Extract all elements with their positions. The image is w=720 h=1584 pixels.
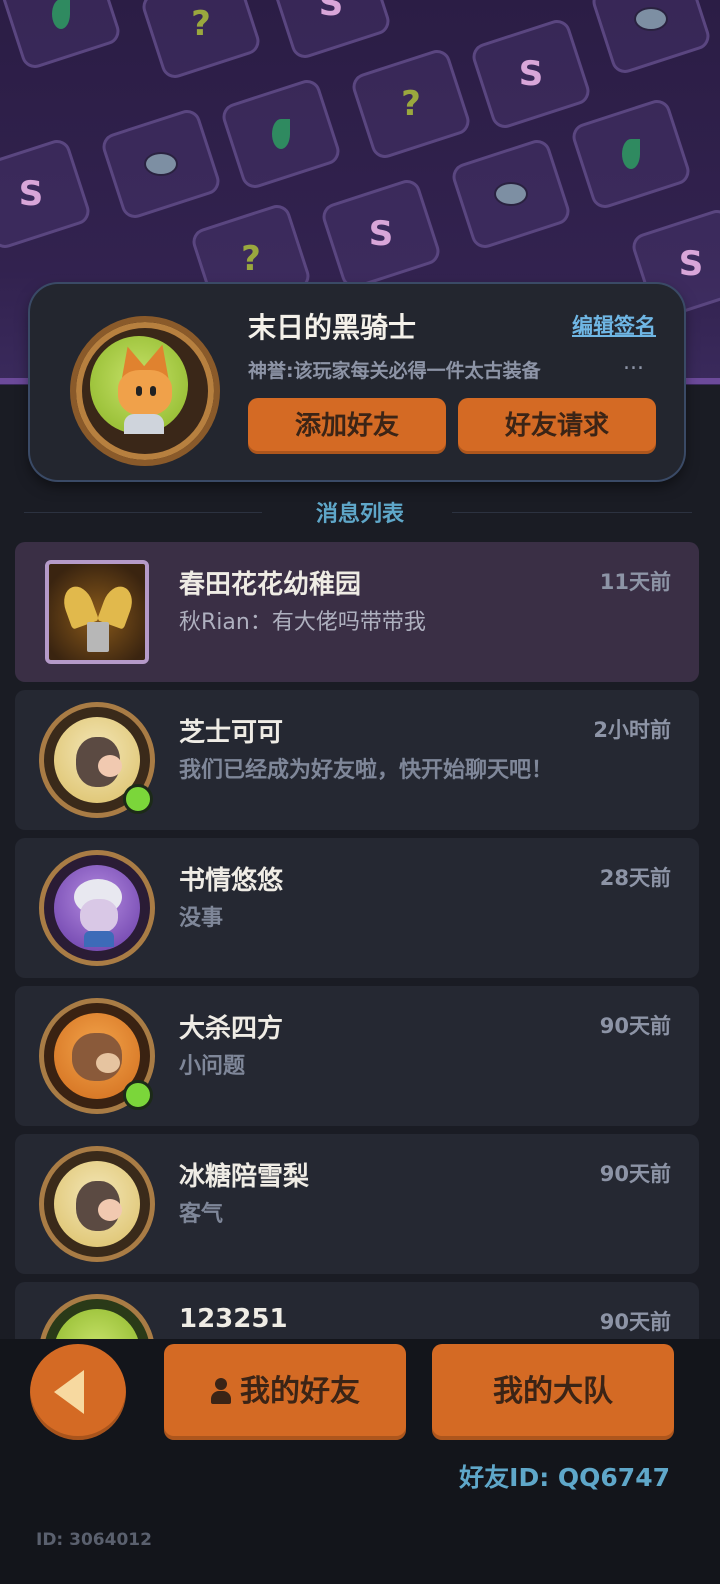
trophy-icon — [45, 560, 149, 664]
profile-avatar[interactable] — [70, 316, 220, 466]
s-rune-icon: S — [18, 174, 44, 214]
leaf-icon — [622, 139, 640, 169]
message-preview: 小问题 — [179, 1054, 246, 1079]
edit-signature-link[interactable]: 编辑签名 — [572, 310, 656, 340]
friend-id: 好友ID: QQ6747 — [459, 1463, 670, 1492]
profile-honor-title: 神誉:该玩家每关必得一件太古装备 — [248, 360, 541, 382]
friend-requests-button[interactable]: 好友请求 — [458, 398, 656, 454]
fox-avatar-icon — [54, 1309, 140, 1339]
question-icon: ? — [191, 4, 211, 45]
message-sender: 123251 — [179, 1304, 288, 1334]
cat-hood-avatar-icon — [54, 1161, 140, 1247]
question-icon: ? — [241, 239, 261, 279]
banner-pattern-tile: S — [468, 16, 594, 132]
message-preview: 秋Rian：有大佬吗带带我 — [179, 610, 426, 635]
message-sender: 春田花花幼稚园 — [179, 570, 362, 600]
message-sender: 芝士可可 — [179, 718, 284, 748]
banner-pattern-tile: ? — [348, 46, 474, 162]
leaf-icon — [52, 0, 70, 29]
banner-pattern-tile — [218, 76, 344, 192]
banner-pattern-tile — [568, 96, 694, 212]
gem-icon — [634, 6, 668, 32]
fox-avatar-icon — [90, 336, 188, 434]
banner-pattern-tile: ? — [138, 0, 264, 82]
list-item[interactable]: 大杀四方 90天前 小问题 — [15, 986, 699, 1126]
message-time: 90天前 — [599, 1014, 671, 1038]
s-rune-icon: S — [678, 244, 704, 284]
profile-card: 末日的黑骑士 编辑签名 神誉:该玩家每关必得一件太古装备 ... 添加好友 好友… — [30, 284, 684, 480]
message-time: 2小时前 — [593, 718, 671, 742]
profile-name: 末日的黑骑士 — [248, 311, 417, 344]
message-time: 28天前 — [599, 866, 671, 890]
gem-icon — [494, 182, 528, 206]
back-button[interactable] — [30, 1344, 126, 1440]
banner-pattern-tile: S — [268, 0, 394, 62]
list-item[interactable]: 冰糖陪雪梨 90天前 客气 — [15, 1134, 699, 1274]
banner-pattern-tile: S — [318, 176, 444, 292]
list-item[interactable]: 123251 90天前 — [15, 1282, 699, 1339]
avatar — [39, 1146, 155, 1262]
question-icon: ? — [401, 84, 421, 124]
online-status-icon — [123, 784, 153, 814]
my-friends-label: 我的好友 — [240, 1374, 360, 1409]
message-sender: 冰糖陪雪梨 — [179, 1162, 310, 1192]
list-item[interactable]: 春田花花幼稚园 11天前 秋Rian：有大佬吗带带我 — [15, 542, 699, 682]
banner-pattern-tile — [98, 106, 224, 222]
back-arrow-icon — [54, 1370, 84, 1414]
message-preview: 没事 — [179, 906, 224, 931]
banner-pattern-tile — [588, 0, 714, 77]
user-id: ID: 3064012 — [36, 1530, 152, 1550]
person-icon — [210, 1376, 232, 1406]
list-item[interactable]: 书情悠悠 28天前 没事 — [15, 838, 699, 978]
message-sender: 书情悠悠 — [179, 866, 284, 896]
message-sender: 大杀四方 — [179, 1014, 284, 1044]
online-status-icon — [123, 1080, 153, 1110]
message-time: 90天前 — [599, 1162, 671, 1186]
s-rune-icon: S — [368, 214, 394, 254]
s-rune-icon: S — [318, 0, 344, 24]
s-rune-icon: S — [518, 54, 544, 94]
message-list[interactable]: 春田花花幼稚园 11天前 秋Rian：有大佬吗带带我 芝士可可 2小时前 我们已… — [15, 542, 705, 1339]
profile-title-more: ... — [623, 350, 644, 375]
banner-pattern-tile — [448, 136, 574, 252]
message-time: 90天前 — [599, 1310, 671, 1334]
leaf-icon — [272, 119, 290, 149]
message-preview: 我们已经成为好友啦，快开始聊天吧！ — [179, 758, 554, 783]
avatar — [39, 850, 155, 966]
my-team-button[interactable]: 我的大队 — [432, 1344, 674, 1440]
gem-icon — [144, 152, 178, 176]
my-friends-button[interactable]: 我的好友 — [164, 1344, 406, 1440]
banner-pattern-tile — [0, 0, 124, 72]
list-item[interactable]: 芝士可可 2小时前 我们已经成为好友啦，快开始聊天吧！ — [15, 690, 699, 830]
add-friend-button[interactable]: 添加好友 — [248, 398, 446, 454]
message-time: 11天前 — [599, 570, 671, 594]
banner-pattern-tile: S — [0, 136, 94, 252]
sheep-avatar-icon — [54, 865, 140, 951]
avatar — [39, 1294, 155, 1339]
message-list-title: 消息列表 — [315, 502, 404, 527]
message-preview: 客气 — [179, 1202, 224, 1227]
